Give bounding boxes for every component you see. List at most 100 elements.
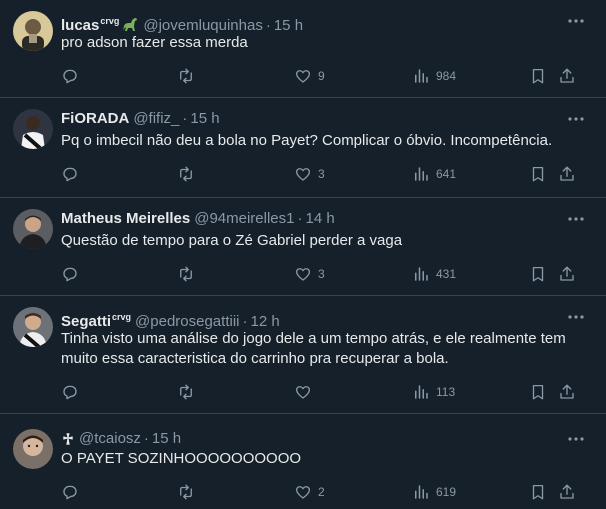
timestamp[interactable]: 14 h <box>306 210 335 227</box>
handle[interactable]: @fifiz_ <box>133 110 179 127</box>
view-count: 431 <box>436 267 457 281</box>
display-name[interactable]: FiORADA <box>61 110 129 127</box>
like-button[interactable]: 9 <box>294 66 325 86</box>
timestamp[interactable]: 15 h <box>274 17 303 34</box>
reply-button[interactable] <box>61 482 79 502</box>
retweet-button[interactable] <box>177 164 195 184</box>
share-button[interactable] <box>558 264 576 284</box>
views-button[interactable]: 984 <box>412 66 456 86</box>
tweet-text: Questão de tempo para o Zé Gabriel perde… <box>61 232 403 249</box>
handle[interactable]: @jovemluquinhas <box>143 17 262 34</box>
tweet-text: O PAYET SOZINHOOOOOOOOOO <box>61 450 302 467</box>
more-options-icon[interactable] <box>566 109 586 129</box>
reply-icon <box>63 385 77 400</box>
like-button[interactable]: 3 <box>294 164 325 184</box>
views-button[interactable]: 619 <box>412 482 456 502</box>
reply-icon <box>63 69 77 84</box>
display-name[interactable]: lucas <box>61 17 99 34</box>
avatar[interactable] <box>13 11 53 51</box>
like-count: 2 <box>318 485 325 499</box>
tweet-header: lucascrvg @jovemluquinhas · 15 h <box>61 11 566 34</box>
bookmark-icon <box>532 484 544 500</box>
like-button[interactable]: 3 <box>294 264 325 284</box>
tweet-text: Pq o imbecil não deu a bola no Payet? Co… <box>61 132 553 149</box>
retweet-icon <box>180 484 192 500</box>
bookmark-button[interactable] <box>529 66 547 86</box>
share-icon <box>560 68 574 83</box>
more-options-icon[interactable] <box>566 429 586 449</box>
share-button[interactable] <box>558 66 576 86</box>
more-options-icon[interactable] <box>566 11 586 31</box>
share-button[interactable] <box>558 164 576 184</box>
like-button[interactable] <box>294 382 318 402</box>
retweet-icon <box>180 266 192 282</box>
action-bar: 113 <box>61 382 592 402</box>
heart-icon <box>295 70 311 83</box>
bookmark-button[interactable] <box>529 482 547 502</box>
display-name[interactable]: Matheus Meirelles <box>61 210 190 227</box>
tweet-header: FiORADA @fifiz_ · 15 h <box>61 109 566 129</box>
tweet-header: Matheus Meirelles @94meirelles1 · 14 h <box>61 209 566 229</box>
tweet[interactable]: lucascrvg @jovemluquinhas · 15 h pro adson … <box>0 0 606 98</box>
tweet[interactable]: Segatticrvg @pedrosegattiii · 12 h Tinha vi… <box>0 296 606 414</box>
tweet[interactable]: Matheus Meirelles @94meirelles1 · 14 h Ques… <box>0 198 606 296</box>
display-name[interactable]: Segatti <box>61 313 111 330</box>
bookmark-icon <box>532 384 544 400</box>
bookmark-button[interactable] <box>529 264 547 284</box>
like-button[interactable]: 2 <box>294 482 325 502</box>
retweet-button[interactable] <box>177 66 195 86</box>
timestamp[interactable]: 15 h <box>190 110 219 127</box>
views-button[interactable]: 431 <box>412 264 456 284</box>
reply-button[interactable] <box>61 264 79 284</box>
heart-icon <box>295 486 311 499</box>
separator-dot: · <box>242 313 248 330</box>
tweet[interactable]: @tcaiosz · 15 h O PAYET SOZINHOOOOOOOOOO 2… <box>0 414 606 509</box>
reply-button[interactable] <box>61 382 79 402</box>
tweet-header: Segatticrvg @pedrosegattiii · 12 h <box>61 307 566 330</box>
handle[interactable]: @pedrosegattiii <box>135 313 239 330</box>
timestamp[interactable]: 12 h <box>250 313 279 330</box>
share-button[interactable] <box>558 382 576 402</box>
reply-icon <box>63 267 77 282</box>
like-count: 3 <box>318 167 325 181</box>
reply-icon <box>63 485 77 500</box>
share-button[interactable] <box>558 482 576 502</box>
avatar[interactable] <box>13 429 53 469</box>
share-icon <box>560 484 574 499</box>
action-bar: 3 431 <box>61 264 592 284</box>
like-count: 9 <box>318 69 325 83</box>
avatar[interactable] <box>13 109 53 149</box>
views-chart-icon <box>415 267 428 281</box>
like-count: 3 <box>318 267 325 281</box>
action-bar: 9 984 <box>61 66 592 86</box>
heart-icon <box>295 268 311 281</box>
retweet-icon <box>180 384 192 400</box>
handle[interactable]: @94meirelles1 <box>194 210 294 227</box>
more-options-icon[interactable] <box>566 209 586 229</box>
views-chart-icon <box>415 167 428 181</box>
separator-dot: · <box>143 430 149 447</box>
bookmark-button[interactable] <box>529 382 547 402</box>
views-button[interactable]: 113 <box>412 382 455 402</box>
reply-button[interactable] <box>61 66 79 86</box>
view-count: 113 <box>436 385 456 399</box>
tweet[interactable]: FiORADA @fifiz_ · 15 h Pq o imbecil não deu… <box>0 98 606 198</box>
reply-button[interactable] <box>61 164 79 184</box>
separator-dot: · <box>265 17 271 34</box>
views-chart-icon <box>415 385 428 399</box>
retweet-button[interactable] <box>177 482 195 502</box>
avatar[interactable] <box>13 307 53 347</box>
avatar[interactable] <box>13 209 53 249</box>
more-options-icon[interactable] <box>566 307 586 327</box>
handle[interactable]: @tcaiosz <box>79 430 141 447</box>
views-button[interactable]: 641 <box>412 164 456 184</box>
retweet-button[interactable] <box>177 264 195 284</box>
action-bar: 2 619 <box>61 482 592 502</box>
retweet-icon <box>180 68 192 84</box>
separator-dot: · <box>182 110 188 127</box>
reply-icon <box>63 167 77 182</box>
timestamp[interactable]: 15 h <box>152 430 181 447</box>
bookmark-button[interactable] <box>529 164 547 184</box>
retweet-button[interactable] <box>177 382 195 402</box>
name-badge: crvg <box>112 312 132 322</box>
